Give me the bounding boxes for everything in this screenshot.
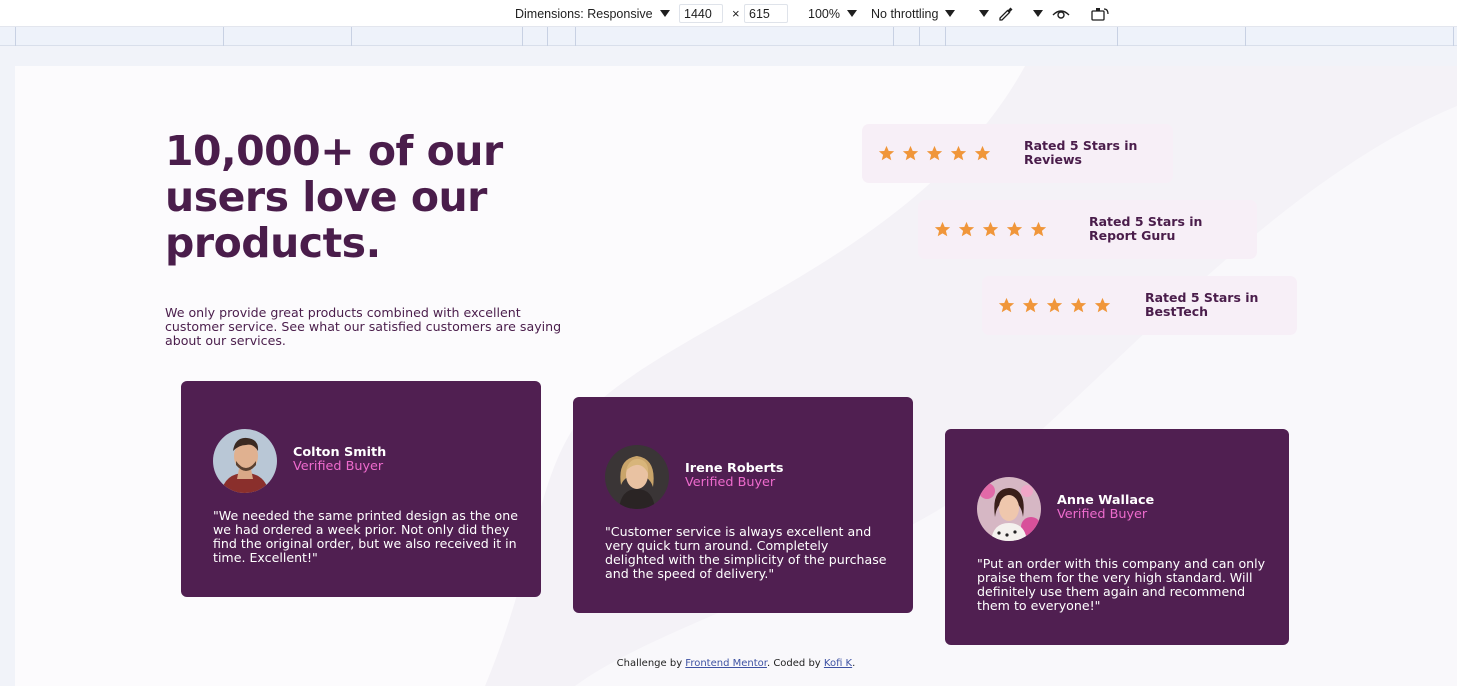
rating-label: Rated 5 Stars in Report Guru	[1089, 214, 1203, 243]
media-query-marker[interactable]	[351, 27, 352, 46]
media-query-marker[interactable]	[945, 27, 946, 46]
star-icon	[982, 221, 999, 237]
testimonial-quote: "Customer service is always excellent an…	[605, 524, 887, 581]
reviewer-name: Colton Smith	[293, 445, 387, 460]
rating-label: Rated 5 Stars in Reviews	[1024, 138, 1138, 167]
star-icon	[1070, 297, 1087, 313]
star-icon	[934, 221, 951, 237]
reviewer-name: Anne Wallace	[1057, 493, 1155, 508]
eyedropper-icon	[999, 7, 1013, 21]
eye-icon	[1052, 9, 1070, 19]
media-query-bar	[0, 27, 1457, 46]
dimension-separator: ×	[732, 6, 740, 21]
testimonial-card: Colton Smith Verified Buyer "We needed t…	[181, 381, 541, 597]
rating-box: Rated 5 Stars in Report Guru	[918, 200, 1257, 259]
dimensions-label: Dimensions: Responsive	[515, 6, 653, 21]
footer-middle: . Coded by	[766, 658, 824, 669]
chevron-down-icon	[846, 10, 857, 17]
rotate-device-icon	[1091, 7, 1109, 21]
attribution-footer: Challenge by Frontend Mentor. Coded by K…	[15, 658, 1457, 669]
media-query-marker[interactable]	[547, 27, 548, 46]
media-query-marker[interactable]	[1117, 27, 1118, 46]
avatar-photo	[977, 477, 1041, 541]
reviewer-role: Verified Buyer	[293, 459, 384, 474]
dimensions-dropdown[interactable]: Dimensions: Responsive	[515, 0, 670, 27]
rating-box: Rated 5 Stars in Reviews	[862, 124, 1173, 183]
star-rating	[934, 221, 1047, 238]
media-query-marker[interactable]	[1245, 27, 1246, 46]
rotate-button[interactable]	[1090, 0, 1110, 27]
throttling-label: No throttling	[871, 6, 939, 21]
testimonial-quote: "Put an order with this company and can …	[977, 556, 1266, 613]
star-icon	[998, 297, 1015, 313]
star-icon	[1046, 297, 1063, 313]
devtools-device-toolbar: Dimensions: Responsive × 100% No throttl…	[0, 0, 1457, 27]
chevron-down-icon	[659, 10, 670, 17]
star-icon	[878, 145, 895, 161]
avatar-photo	[605, 445, 669, 509]
reviewer-role: Verified Buyer	[685, 475, 776, 490]
media-query-marker[interactable]	[223, 27, 224, 46]
chevron-down-icon	[1033, 10, 1043, 17]
vision-dropdown[interactable]	[1033, 0, 1043, 27]
chevron-down-icon	[979, 10, 989, 17]
rating-box: Rated 5 Stars in BestTech	[982, 276, 1297, 335]
star-icon	[926, 145, 943, 161]
star-icon	[1022, 297, 1039, 313]
star-icon	[1030, 221, 1047, 237]
media-query-marker[interactable]	[522, 27, 523, 46]
reviewer-role: Verified Buyer	[1057, 507, 1148, 522]
star-icon	[1094, 297, 1111, 313]
more-options-dropdown[interactable]	[979, 0, 989, 27]
vision-deficiency-button[interactable]	[1051, 0, 1071, 27]
frontend-mentor-link[interactable]: Frontend Mentor	[685, 658, 767, 669]
chevron-down-icon	[945, 10, 956, 17]
testimonial-card: Anne Wallace Verified Buyer "Put an orde…	[945, 429, 1289, 645]
zoom-dropdown[interactable]: 100%	[808, 0, 857, 27]
star-rating	[998, 297, 1111, 314]
footer-suffix: .	[852, 658, 856, 669]
star-icon	[1006, 221, 1023, 237]
media-query-marker[interactable]	[893, 27, 894, 46]
media-query-marker[interactable]	[15, 27, 16, 46]
avatar	[605, 445, 669, 509]
reviewer-name: Irene Roberts	[685, 461, 784, 476]
color-picker-button[interactable]	[997, 0, 1015, 27]
star-icon	[902, 145, 919, 161]
rating-label: Rated 5 Stars in BestTech	[1145, 290, 1259, 319]
page-headline: 10,000+ of our users love our products.	[165, 127, 503, 267]
testimonial-quote: "We needed the same printed design as th…	[213, 508, 518, 565]
star-rating	[878, 145, 991, 162]
media-query-marker[interactable]	[919, 27, 920, 46]
intro-text: We only provide great products combined …	[165, 305, 562, 348]
star-icon	[974, 145, 991, 161]
device-viewport: 10,000+ of our users love our products. …	[15, 66, 1457, 686]
avatar	[977, 477, 1041, 541]
star-icon	[958, 221, 975, 237]
footer-prefix: Challenge by	[616, 658, 686, 669]
testimonial-card: Irene Roberts Verified Buyer "Customer s…	[573, 397, 913, 613]
width-input[interactable]	[679, 4, 723, 23]
author-link[interactable]: Kofi K	[824, 658, 852, 669]
media-query-marker[interactable]	[575, 27, 576, 46]
avatar-photo	[213, 429, 277, 493]
media-query-marker[interactable]	[1453, 27, 1454, 46]
throttling-dropdown[interactable]: No throttling	[871, 0, 956, 27]
star-icon	[950, 145, 967, 161]
avatar	[213, 429, 277, 493]
zoom-label: 100%	[808, 6, 840, 21]
height-input[interactable]	[744, 4, 788, 23]
